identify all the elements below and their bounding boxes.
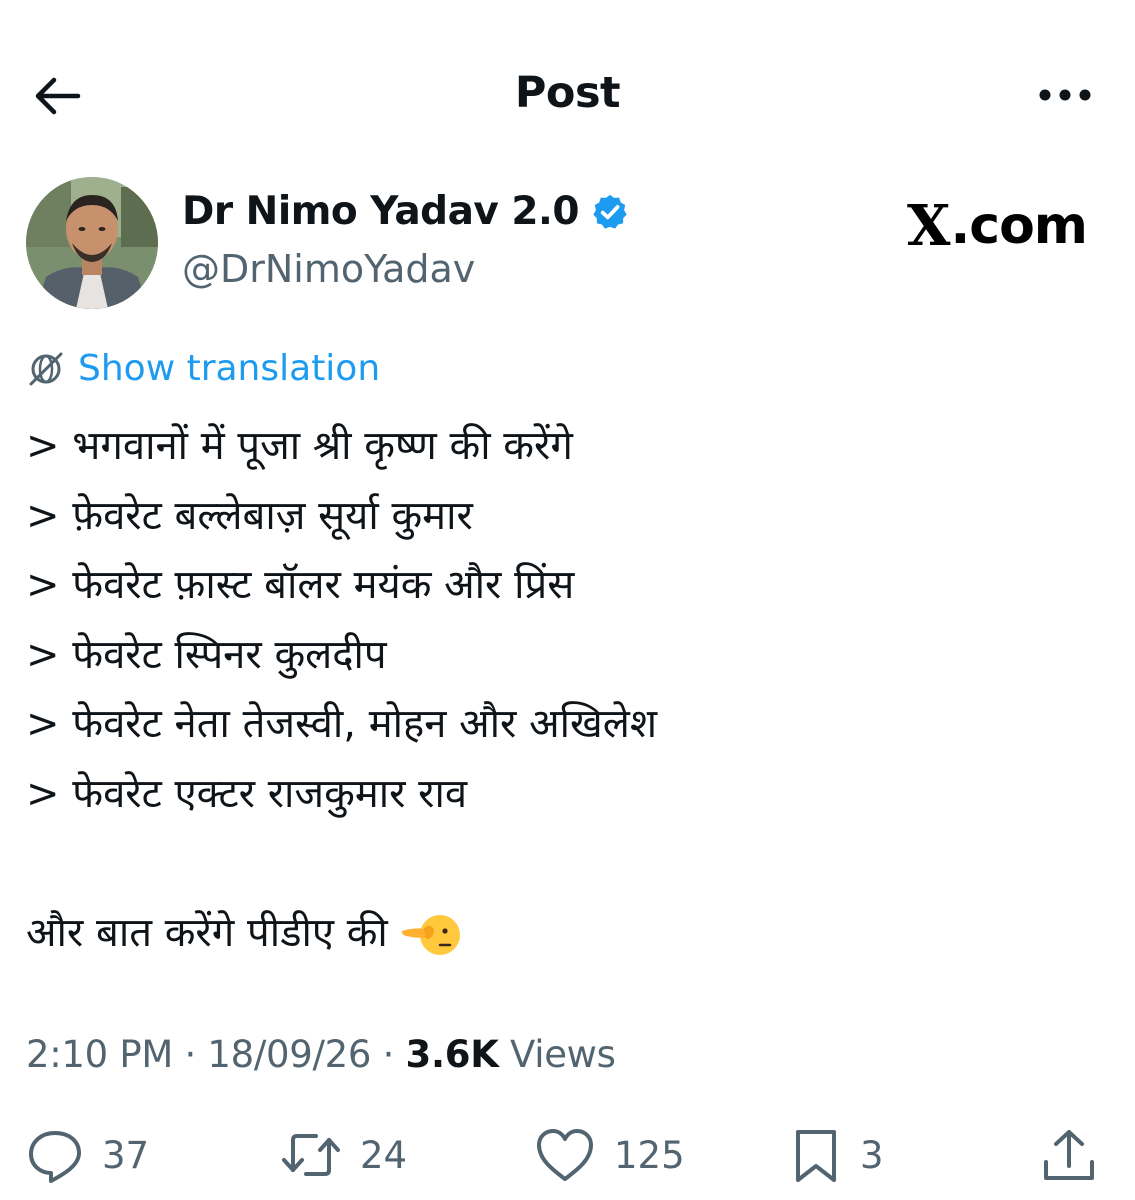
tweet-line: > फ़ेवरेट बल्लेबाज़ सूर्या कुमार <box>26 492 473 539</box>
avatar[interactable] <box>26 177 158 309</box>
reply-count: 37 <box>102 1133 150 1177</box>
post-meta: 2:10 PM · 18/09/26 · 3.6K Views <box>26 1033 616 1076</box>
top-bar: Post <box>0 0 1135 190</box>
reply-icon <box>29 1131 81 1183</box>
author-display-name[interactable]: Dr Nimo Yadav 2.0 <box>182 189 580 234</box>
reply-button[interactable]: 37 <box>26 1120 149 1190</box>
tweet-closing-line: और बात करेंगे पीडीए की <box>26 899 1116 969</box>
heart-icon <box>537 1129 593 1181</box>
pointing-face-emoji <box>400 901 464 965</box>
tweet-line: > भगवानों में पूजा श्री कृष्ण की करेंगे <box>26 423 573 469</box>
meta-separator: · <box>172 1033 208 1076</box>
bookmark-button[interactable]: 3 <box>790 1120 884 1190</box>
verified-badge-icon <box>593 194 627 229</box>
post-date: 18/09/26 <box>207 1033 372 1076</box>
show-translation-label[interactable]: Show translation <box>78 348 380 389</box>
post-time: 2:10 PM <box>26 1033 173 1076</box>
repost-button[interactable]: 24 <box>280 1120 407 1190</box>
share-icon <box>1044 1130 1094 1180</box>
page-title: Post <box>514 68 621 118</box>
action-bar: 37 24 125 3 <box>0 1120 1135 1190</box>
meta-separator: · <box>371 1033 406 1076</box>
x-com-watermark: X .com <box>907 193 1088 259</box>
views-label[interactable]: Views <box>499 1033 616 1076</box>
show-translation-link[interactable]: Show translation <box>26 348 380 389</box>
bookmark-icon <box>796 1130 836 1182</box>
tweet-line: > फेवरेट नेता तेजस्वी, मोहन और अखिलेश <box>26 701 658 747</box>
repost-count: 24 <box>360 1133 408 1177</box>
more-horizontal-icon <box>1039 89 1091 101</box>
watermark-domain: .com <box>950 196 1088 256</box>
like-count: 125 <box>614 1133 685 1177</box>
tweet-line: > फेवरेट फ़ास्ट बॉलर मयंक और प्रिंस <box>26 562 575 608</box>
more-options-button[interactable] <box>1035 80 1095 110</box>
bookmark-count: 3 <box>860 1133 884 1177</box>
views-count[interactable]: 3.6K <box>406 1033 499 1076</box>
x-logo-icon: X <box>907 193 950 259</box>
share-button[interactable] <box>1040 1120 1098 1190</box>
globe-icon <box>29 352 63 385</box>
repost-icon <box>282 1134 340 1176</box>
tweet-text: > भगवानों में पूजा श्री कृष्ण की करेंगे … <box>26 412 1116 968</box>
author-display-name-row[interactable]: Dr Nimo Yadav 2.0 <box>182 189 629 234</box>
tweet-closing-text: और बात करेंगे पीडीए की <box>26 909 388 956</box>
like-button[interactable]: 125 <box>534 1120 685 1190</box>
author-handle[interactable]: @DrNimoYadav <box>182 247 475 291</box>
tweet-line: > फेवरेट एक्टर राजकुमार राव <box>26 770 468 817</box>
tweet-line: > फेवरेट स्पिनर कुलदीप <box>26 631 387 678</box>
